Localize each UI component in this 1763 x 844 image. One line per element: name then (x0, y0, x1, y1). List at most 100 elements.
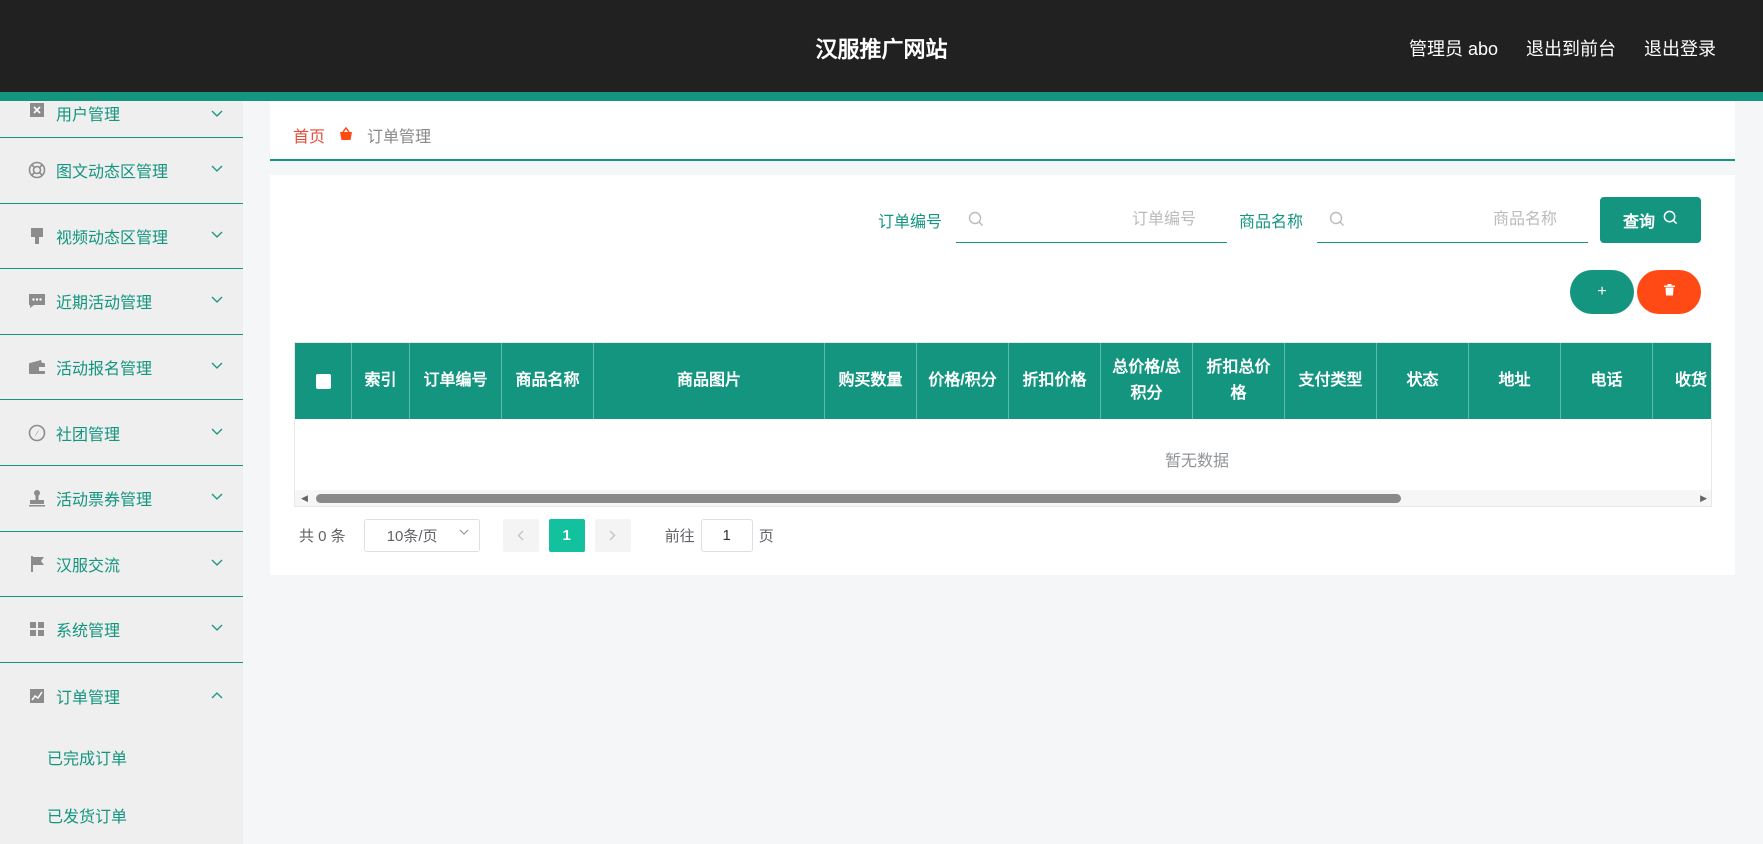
breadcrumb: 首页 订单管理 (293, 123, 431, 147)
chevron-down-icon (211, 425, 223, 435)
compass-icon (28, 424, 46, 442)
column-header: 状态 (1377, 343, 1469, 419)
admin-label: 管理员 abo (1408, 39, 1498, 59)
header-accent-line (0, 92, 1763, 101)
sidebar-item-order-management[interactable]: 订单管理 (0, 663, 243, 729)
column-header: 总价格/总积分 (1101, 343, 1193, 419)
empty-text: 暂无数据 (1165, 453, 1230, 470)
sidebar-item-recent-activities[interactable]: 近期活动管理 (0, 269, 243, 335)
user-box-icon (28, 101, 46, 119)
action-buttons: + (1570, 270, 1701, 314)
product-name-label: 商品名称 (1238, 214, 1303, 231)
sidebar-item-article-feed[interactable]: 图文动态区管理 (0, 138, 243, 204)
chevron-down-icon (211, 490, 223, 501)
sidebar-item-ticket-management[interactable]: 活动票券管理 (0, 466, 243, 532)
scroll-left-icon[interactable]: ◀ (301, 493, 308, 504)
chevron-down-icon (459, 528, 469, 539)
product-name-input[interactable] (1357, 197, 1577, 242)
exit-to-front-link[interactable]: 退出到前台 (1526, 35, 1616, 61)
logout-link[interactable]: 退出登录 (1644, 35, 1716, 61)
goto-page-input[interactable] (700, 519, 753, 552)
sidebar-item-system-management[interactable]: 系统管理 (0, 597, 243, 663)
sidebar-item-label: 订单管理 (56, 689, 121, 707)
table-header: 索引 订单编号 商品名称 商品图片 购买数量 价格/积分 折扣价格 总价格/总积… (295, 343, 1711, 419)
wallet-icon (28, 358, 46, 376)
top-links: 管理员 abo 退出到前台 退出登录 (1409, 35, 1716, 61)
stamp-icon (28, 489, 46, 507)
sidebar-item-activity-signup[interactable]: 活动报名管理 (0, 335, 243, 401)
chevron-up-icon (211, 688, 223, 699)
breadcrumb-home[interactable]: 首页 (293, 123, 325, 147)
product-name-search-box (1317, 197, 1588, 243)
breadcrumb-card: 首页 订单管理 (270, 101, 1735, 161)
sidebar-subitem-completed-orders[interactable]: 已完成订单 (0, 728, 243, 786)
next-page-button[interactable] (594, 519, 631, 552)
chevron-down-icon (211, 162, 223, 173)
chevron-down-icon (211, 107, 223, 117)
query-button-label: 查询 (1622, 214, 1655, 231)
prev-page-button[interactable] (502, 519, 539, 552)
grid-icon (28, 620, 46, 638)
chevron-down-icon (211, 556, 223, 566)
total-count: 共 0 条 (299, 528, 346, 545)
query-button[interactable]: 查询 (1600, 197, 1701, 243)
select-all-checkbox[interactable] (315, 373, 331, 389)
goto-label: 前往 (664, 528, 695, 545)
chevron-down-icon (211, 228, 223, 238)
column-header: 索引 (352, 343, 410, 419)
chevron-down-icon (211, 621, 223, 632)
trend-chart-icon (28, 687, 46, 705)
page-unit-label: 页 (758, 528, 774, 545)
sidebar-item-label: 视频动态区管理 (56, 229, 169, 247)
sidebar-item-club-management[interactable]: 社团管理 (0, 400, 243, 466)
trash-icon (1663, 283, 1675, 301)
scroll-right-icon[interactable]: ▶ (1700, 493, 1707, 504)
page-size-value: 10条/页 (386, 528, 438, 545)
chevron-down-icon (211, 359, 223, 369)
search-icon (968, 211, 984, 232)
column-header: 地址 (1469, 343, 1561, 419)
column-header: 折扣总价格 (1193, 343, 1285, 419)
orders-table: 索引 订单编号 商品名称 商品图片 购买数量 价格/积分 折扣价格 总价格/总积… (294, 342, 1712, 507)
sidebar-item-label: 活动报名管理 (56, 361, 153, 379)
brush-icon (28, 227, 46, 245)
page-number-button[interactable]: 1 (548, 519, 585, 552)
chat-icon (28, 292, 46, 310)
breadcrumb-current: 订单管理 (367, 129, 432, 146)
search-icon (1329, 211, 1345, 232)
column-header: 购买数量 (825, 343, 917, 419)
sidebar-item-hanfu-exchange[interactable]: 汉服交流 (0, 532, 243, 598)
search-row: 订单编号 商品名称 查询 (878, 197, 1701, 243)
sidebar-item-label: 活动票券管理 (56, 492, 153, 510)
column-header: 商品名称 (502, 343, 594, 419)
sidebar-item-user-management[interactable]: 用户管理 (0, 101, 243, 138)
sidebar-item-label: 图文动态区管理 (56, 164, 169, 182)
add-button[interactable]: + (1570, 270, 1634, 314)
sidebar-item-label: 汉服交流 (56, 557, 121, 575)
sidebar-item-label: 系统管理 (56, 623, 121, 641)
delete-button[interactable] (1637, 270, 1701, 314)
sidebar-item-label: 社团管理 (56, 426, 121, 444)
sidebar-item-label: 用户管理 (56, 107, 121, 124)
lifebuoy-icon (28, 161, 46, 179)
scrollbar-thumb[interactable] (316, 494, 1401, 503)
page-size-select[interactable]: 10条/页 (363, 519, 480, 552)
top-bar: 汉服推广网站 管理员 abo 退出到前台 退出登录 (0, 0, 1763, 92)
basket-icon (339, 126, 353, 144)
order-no-label: 订单编号 (877, 214, 942, 231)
search-icon (1663, 210, 1678, 230)
main-card: 订单编号 商品名称 查询 + (270, 175, 1735, 575)
column-header: 商品图片 (594, 343, 825, 419)
column-header: 折扣价格 (1009, 343, 1101, 419)
order-no-input[interactable] (995, 197, 1216, 242)
select-all-cell (295, 343, 352, 419)
flag-icon (28, 555, 46, 573)
column-header: 价格/积分 (917, 343, 1009, 419)
sidebar-item-label: 近期活动管理 (56, 295, 153, 313)
column-header: 支付类型 (1285, 343, 1377, 419)
horizontal-scrollbar[interactable]: ◀ ▶ (295, 490, 1711, 506)
sidebar-item-video-feed[interactable]: 视频动态区管理 (0, 204, 243, 270)
pagination: 共 0 条 10条/页 1 前往 页 (299, 519, 774, 552)
sidebar-subitem-shipped-orders[interactable]: 已发货订单 (0, 786, 243, 844)
column-header: 订单编号 (410, 343, 502, 419)
